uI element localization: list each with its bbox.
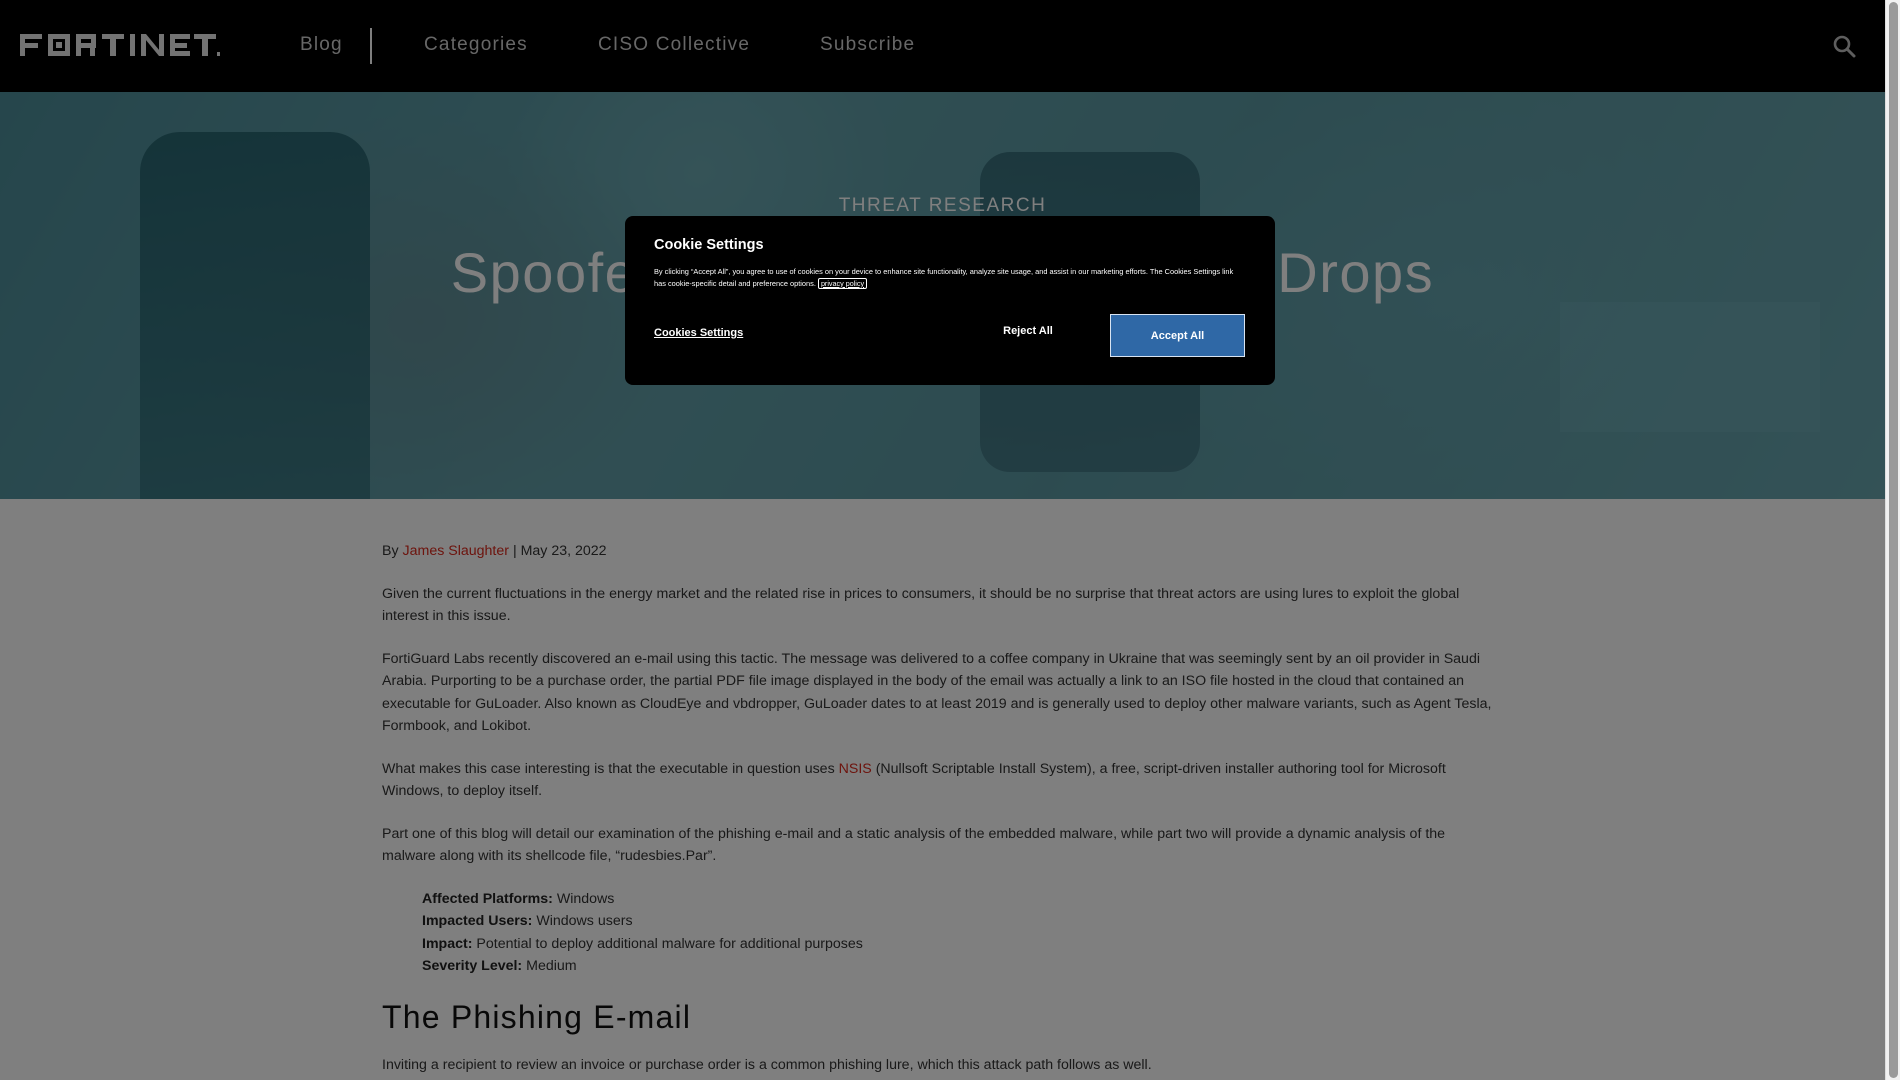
dialog-title: Cookie Settings xyxy=(654,237,764,253)
dialog-text: By clicking “Accept All”, you agree to u… xyxy=(654,267,1234,288)
modal-backdrop xyxy=(0,0,1885,1080)
dialog-description: By clicking “Accept All”, you agree to u… xyxy=(654,266,1244,289)
scrollbar[interactable] xyxy=(1885,0,1900,1080)
cookie-settings-dialog: Cookie Settings By clicking “Accept All”… xyxy=(625,216,1275,385)
scrollbar-thumb[interactable] xyxy=(1889,2,1898,1078)
accept-all-button[interactable]: Accept All xyxy=(1110,314,1245,357)
privacy-policy-link[interactable]: privacy policy xyxy=(817,277,868,289)
cookies-settings-link[interactable]: Cookies Settings xyxy=(654,327,743,339)
reject-all-button[interactable]: Reject All xyxy=(958,315,1098,347)
